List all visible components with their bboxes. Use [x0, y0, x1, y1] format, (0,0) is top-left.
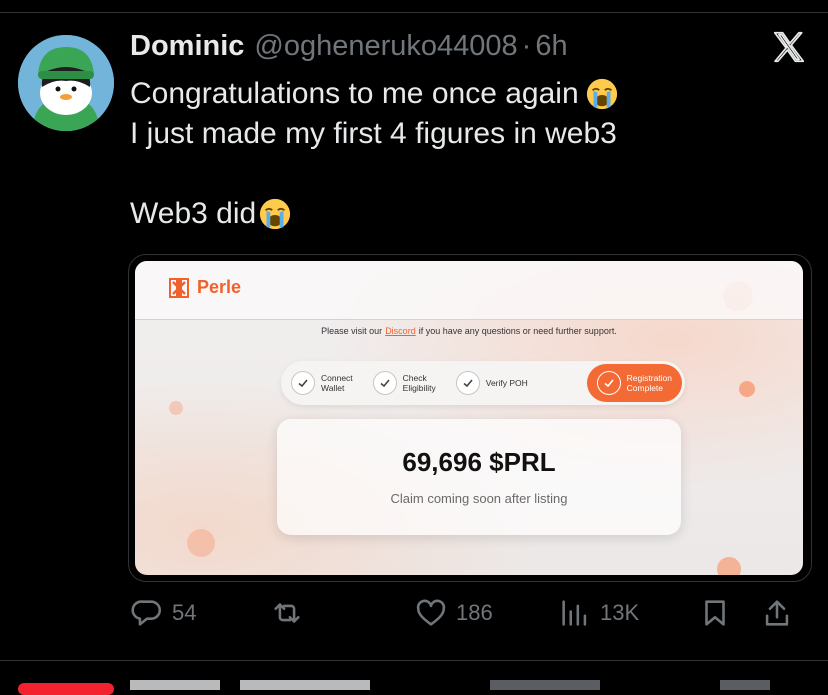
perle-brand-name: Perle — [197, 277, 242, 297]
next-tweet-avatar[interactable] — [18, 683, 114, 695]
tweet-line-1: Congratulations to me once again — [130, 77, 579, 110]
token-amount: 69,696 $PRL — [402, 447, 556, 477]
share-button[interactable] — [760, 596, 794, 630]
top-divider — [0, 12, 828, 13]
step-check-eligibility: Check Eligibility — [363, 364, 446, 402]
like-button[interactable]: 186 — [414, 596, 493, 630]
penguin-avatar-icon — [18, 35, 114, 131]
separator-dot: · — [521, 30, 532, 62]
step-label: Connect — [321, 373, 353, 383]
reply-count: 54 — [172, 600, 197, 625]
notice-text-before: Please visit our — [321, 326, 383, 336]
discord-link[interactable]: Discord — [385, 326, 416, 336]
perle-screenshot: Perle Please visit our Discord if you ha… — [135, 261, 803, 575]
perle-brand[interactable]: Perle — [169, 277, 241, 298]
loudly-crying-face-icon — [586, 78, 617, 110]
perle-logo-icon — [169, 277, 189, 298]
views-icon — [562, 600, 587, 626]
author-name[interactable]: Dominic — [130, 30, 244, 63]
tweet-actions: 54 186 13K — [130, 596, 810, 636]
check-icon — [372, 371, 397, 395]
decor-blob — [187, 529, 215, 557]
retweet-icon — [274, 603, 300, 623]
tweet-media[interactable]: Perle Please visit our Discord if you ha… — [128, 254, 812, 582]
view-count: 13K — [600, 600, 640, 625]
notice-text-after: if you have any questions or need furthe… — [418, 326, 617, 336]
next-tweet-header-partial — [130, 680, 810, 690]
tweet-line-3: Web3 did — [130, 197, 257, 230]
support-notice: Please visit our Discord if you have any… — [135, 321, 803, 341]
share-icon — [765, 600, 789, 626]
decor-blob — [717, 557, 741, 575]
tweet-line-2: I just made my first 4 figures in web3 — [130, 117, 617, 150]
check-icon — [291, 371, 315, 395]
views-button[interactable]: 13K — [558, 596, 639, 630]
decor-blob — [169, 401, 183, 415]
reply-button[interactable]: 54 — [130, 596, 196, 630]
step-label: Complete — [626, 383, 664, 393]
bottom-divider — [0, 660, 828, 661]
tweet-time[interactable]: 6h — [535, 30, 567, 63]
step-registration-complete: Registration Complete — [586, 364, 682, 402]
check-icon — [596, 371, 621, 395]
avatar[interactable] — [18, 35, 114, 131]
step-label: Wallet — [321, 383, 345, 393]
step-verify-poh: Verify POH — [446, 364, 538, 402]
allocation-card: 69,696 $PRL Claim coming soon after list… — [277, 419, 681, 535]
tweet-text: Congratulations to me once again I just … — [130, 74, 619, 234]
author-handle[interactable]: @ogheneruko44008 — [254, 30, 517, 63]
step-label: Verify POH — [485, 378, 528, 388]
step-label: Registration — [626, 373, 672, 383]
progress-stepper: Connect Wallet Check Eligibility Verify PO… — [281, 361, 685, 405]
step-connect-wallet: Connect Wallet — [281, 364, 363, 402]
bookmark-button[interactable] — [698, 596, 732, 630]
retweet-button[interactable] — [270, 596, 304, 630]
step-label: Eligibility — [402, 383, 436, 393]
bookmark-icon — [705, 600, 725, 626]
check-icon — [455, 371, 480, 395]
like-count: 186 — [456, 600, 493, 625]
step-label: Check — [402, 373, 427, 383]
loudly-crying-face-icon — [260, 198, 291, 230]
perle-topbar: Perle — [135, 261, 803, 320]
reply-icon — [131, 600, 161, 626]
tweet-header: Dominic @ogheneruko44008 · 6h — [130, 30, 568, 70]
decor-blob — [739, 381, 755, 397]
x-logo-icon[interactable] — [770, 28, 808, 66]
heart-icon — [416, 599, 446, 626]
claim-status: Claim coming soon after listing — [390, 491, 568, 506]
